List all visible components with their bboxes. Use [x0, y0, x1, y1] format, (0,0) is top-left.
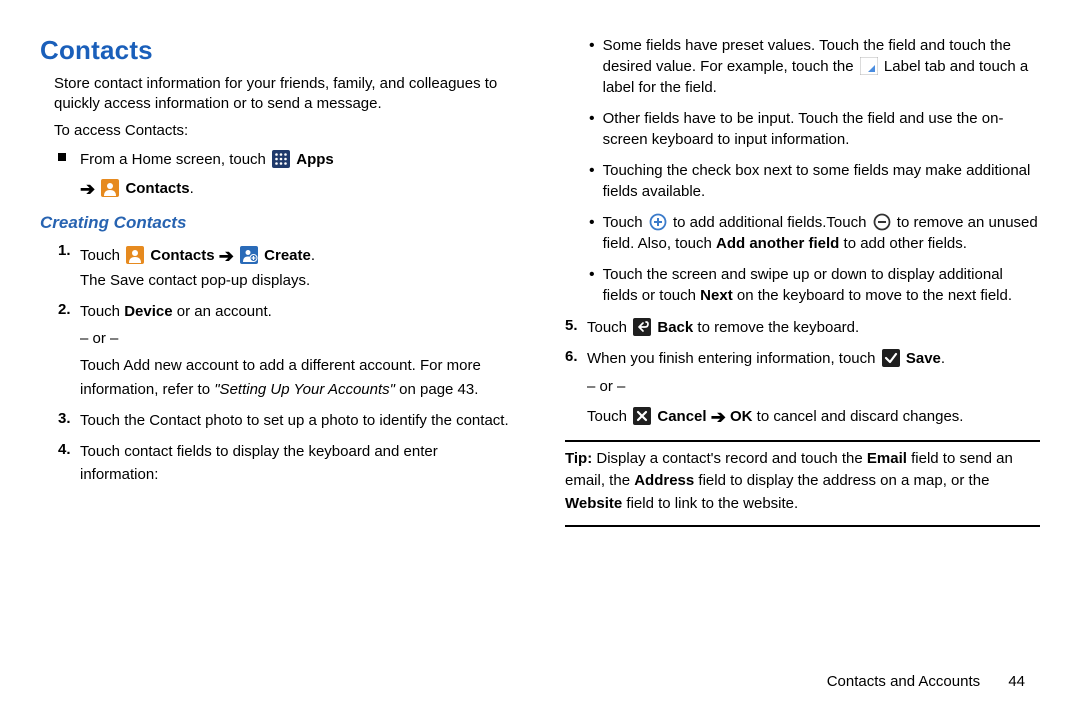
tip-label: Tip:: [565, 450, 592, 467]
contacts-label: Contacts: [125, 180, 189, 197]
left-column: Contacts Store contact information for y…: [40, 35, 515, 675]
b4-bold: Add another field: [716, 235, 839, 252]
right-column: • Some fields have preset values. Touch …: [565, 35, 1040, 675]
sub-bullet-3: • Touching the check box next to some fi…: [565, 160, 1040, 202]
b5-next: Next: [700, 287, 733, 304]
apps-label: Apps: [296, 151, 334, 168]
apps-icon: [272, 150, 290, 168]
step4-text: Touch contact fields to display the keyb…: [80, 440, 515, 487]
bullet-icon: •: [589, 264, 595, 306]
b5-post: on the keyboard to move to the next fiel…: [733, 287, 1012, 304]
arrow-icon: ➔: [711, 407, 726, 427]
or-text: – or –: [80, 327, 515, 350]
footer-section: Contacts and Accounts: [827, 673, 980, 690]
plus-circle-icon: [649, 213, 667, 231]
step-number: 2.: [58, 301, 80, 401]
bullet-icon: •: [589, 160, 595, 202]
tip-mid2: field to display the address on a map, o…: [694, 472, 989, 489]
step-3: 3. Touch the Contact photo to set up a p…: [40, 409, 515, 432]
tip-pre: Display a contact's record and touch the: [592, 450, 867, 467]
step-6: 6. When you finish entering information,…: [565, 347, 1040, 429]
tip-address: Address: [634, 472, 694, 489]
sub-bullet-1: • Some fields have preset values. Touch …: [565, 35, 1040, 98]
contacts-icon: [126, 246, 144, 264]
b2-text: Other fields have to be input. Touch the…: [603, 108, 1040, 150]
step6-ok: OK: [730, 408, 753, 425]
step2-ref: "Setting Up Your Accounts": [214, 381, 395, 398]
arrow-icon: ➔: [219, 246, 234, 266]
create-icon: [240, 246, 258, 264]
step1-create: Create: [264, 247, 311, 264]
tip-rule-bottom: [565, 525, 1040, 527]
page-number: 44: [1008, 673, 1025, 690]
step6-save: Save: [906, 350, 941, 367]
tip-website: Website: [565, 495, 622, 512]
step5-back: Back: [657, 319, 693, 336]
step6-pre: When you finish entering information, to…: [587, 350, 880, 367]
step-number: 1.: [58, 242, 80, 292]
step5-post: to remove the keyboard.: [697, 319, 859, 336]
bullet-icon: •: [589, 35, 595, 98]
b4-post: to add other fields.: [844, 235, 967, 252]
b3-text: Touching the check box next to some fiel…: [603, 160, 1040, 202]
tip-post: field to link to the website.: [622, 495, 798, 512]
bullet-icon: •: [589, 108, 595, 150]
access-step: From a Home screen, touch Apps ➔ Contact…: [40, 147, 515, 203]
step2-ref-after: on page 43.: [395, 381, 478, 398]
step6-alt-post: to cancel and discard changes.: [757, 408, 964, 425]
cancel-icon: [633, 407, 651, 425]
step-5: 5. Touch Back to remove the keyboard.: [565, 316, 1040, 339]
step6-cancel: Cancel: [657, 408, 710, 425]
step1-line2: The Save contact pop-up displays.: [80, 272, 310, 289]
back-icon: [633, 318, 651, 336]
step6-alt-pre: Touch: [587, 408, 631, 425]
intro-text: Store contact information for your frien…: [40, 74, 515, 115]
step1-pre: Touch: [80, 247, 124, 264]
step-1: 1. Touch Contacts ➔ Create. The Save con…: [40, 241, 515, 292]
b4-pre: Touch: [603, 214, 647, 231]
step1-contacts: Contacts: [150, 247, 218, 264]
access-header: To access Contacts:: [40, 121, 515, 141]
check-icon: [882, 349, 900, 367]
bullet-icon: •: [589, 212, 595, 254]
sub-bullet-5: • Touch the screen and swipe up or down …: [565, 264, 1040, 306]
subsection-title: Creating Contacts: [40, 213, 515, 233]
section-title: Contacts: [40, 35, 515, 66]
minus-circle-icon: [873, 213, 891, 231]
label-tab-icon: [860, 57, 878, 75]
step-4: 4. Touch contact fields to display the k…: [40, 440, 515, 487]
period: .: [190, 180, 194, 197]
sub-bullet-2: • Other fields have to be input. Touch t…: [565, 108, 1040, 150]
contacts-icon: [101, 179, 119, 197]
step2-device: Device: [124, 303, 172, 320]
square-bullet-icon: [58, 153, 66, 161]
access-step-pre: From a Home screen, touch: [80, 151, 270, 168]
tip-email: Email: [867, 450, 907, 467]
step3-text: Touch the Contact photo to set up a phot…: [80, 409, 515, 432]
step2-pre: Touch: [80, 303, 124, 320]
step2-post: or an account.: [173, 303, 272, 320]
sub-bullet-4: • Touch to add additional fields.Touch t…: [565, 212, 1040, 254]
step-number: 6.: [565, 348, 587, 429]
page-footer: Contacts and Accounts 44: [827, 673, 1025, 690]
or-text: – or –: [587, 375, 1040, 398]
step-number: 3.: [58, 410, 80, 432]
tip-block: Tip: Display a contact's record and touc…: [565, 448, 1040, 516]
step-number: 4.: [58, 441, 80, 487]
step-number: 5.: [565, 317, 587, 339]
arrow-icon: ➔: [80, 179, 95, 199]
step5-pre: Touch: [587, 319, 631, 336]
tip-rule-top: [565, 440, 1040, 442]
b4-mid1: to add additional fields.Touch: [673, 214, 871, 231]
step-2: 2. Touch Device or an account. – or – To…: [40, 300, 515, 401]
